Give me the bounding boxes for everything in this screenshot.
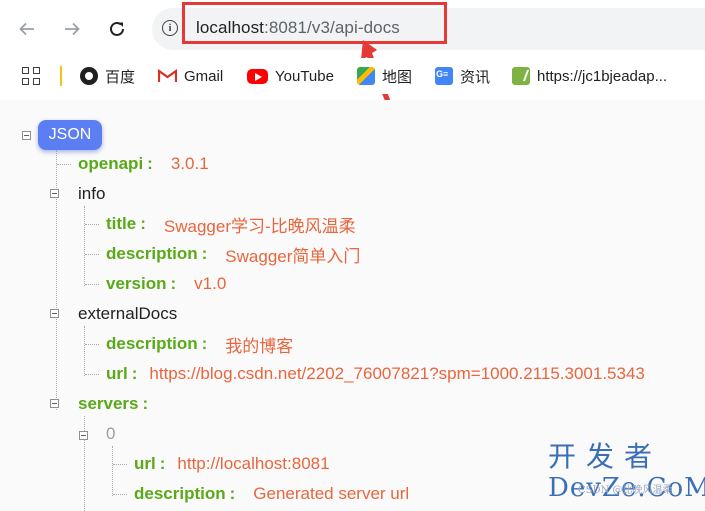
json-colon: : — [229, 484, 236, 503]
tree-connector — [85, 254, 99, 255]
tree-connector — [57, 164, 71, 165]
json-colon: : — [201, 244, 208, 263]
json-colon: : — [201, 334, 208, 353]
bookmark-label: 地图 — [382, 68, 413, 86]
devze-watermark: 开发者 DevZe.CoM CSDN @比晚风温柔 — [548, 440, 705, 505]
json-row-info-version: version: v1.0 — [106, 273, 226, 295]
tree-connector — [85, 374, 99, 375]
json-key: servers — [78, 394, 139, 413]
json-colon: : — [142, 394, 149, 413]
watermark-line1: 开发者 — [548, 440, 663, 473]
bookmark-youtube[interactable]: YouTube — [247, 65, 334, 87]
json-value[interactable]: http://localhost:8081 — [177, 454, 329, 474]
tree-connector — [113, 494, 127, 495]
json-colon: : — [159, 454, 166, 473]
json-row-servers-description: description: Generated server url — [134, 483, 409, 505]
json-row-externaldocs-url: url: https://blog.csdn.net/2202_76007821?… — [106, 363, 645, 385]
collapse-toggle-servers[interactable] — [50, 399, 59, 408]
bookmark-label: 百度 — [105, 68, 136, 86]
collapse-toggle-servers-0[interactable] — [79, 431, 88, 440]
json-row-info: info — [78, 183, 105, 205]
json-value: v1.0 — [194, 274, 227, 293]
json-key: version — [106, 274, 167, 293]
json-row-servers-url: url: http://localhost:8081 — [134, 453, 330, 475]
json-key: openapi — [78, 154, 144, 173]
url-highlight-box — [182, 2, 447, 44]
json-key: externalDocs — [78, 304, 178, 323]
json-row-servers: servers: — [78, 393, 154, 415]
bookmark-label: YouTube — [275, 67, 334, 85]
json-row-servers-0: 0 — [106, 423, 115, 445]
tree-connector — [85, 224, 99, 225]
maps-icon — [357, 67, 375, 85]
tree-connector — [85, 284, 99, 285]
tree-connector — [113, 464, 127, 465]
baidu-icon — [80, 67, 98, 85]
json-key: title — [106, 214, 137, 233]
json-colon: : — [140, 214, 146, 233]
back-arrow-icon — [19, 22, 34, 36]
browser-toolbar: i localhost:8081/v3/api-docs — [0, 0, 705, 58]
collapse-toggle-root[interactable] — [22, 131, 31, 140]
json-value: Swagger学习-比晚风温柔 — [163, 216, 356, 236]
json-value: 我的博客 — [225, 336, 294, 356]
reload-button[interactable] — [102, 14, 132, 44]
json-value: Swagger简单入门 — [225, 246, 361, 266]
bookmark-label: 资讯 — [460, 68, 491, 86]
bookmark-maps[interactable]: 地图 — [357, 65, 412, 87]
tree-guide — [84, 206, 85, 286]
json-root-badge[interactable]: JSON — [38, 120, 102, 150]
json-key: description — [106, 334, 198, 353]
bookmark-label: https://jc1bjeadap... — [537, 67, 668, 85]
gmail-icon — [158, 69, 177, 82]
json-row-info-title: title: Swagger学习-比晚风温柔 — [106, 213, 356, 236]
bookmark-label: Gmail — [184, 67, 224, 85]
bookmark-jc1[interactable]: https://jc1bjeadap... — [512, 65, 667, 87]
reload-icon — [110, 21, 124, 36]
bookmark-baidu[interactable]: 百度 — [80, 65, 135, 87]
json-key: url — [134, 454, 156, 473]
json-value: Generated server url — [253, 484, 410, 503]
json-colon: : — [131, 364, 138, 383]
collapse-toggle-info[interactable] — [50, 189, 59, 198]
json-colon: : — [147, 154, 153, 173]
json-key: description — [106, 244, 198, 263]
bookmark-site-icon — [512, 67, 530, 85]
json-value[interactable]: https://blog.csdn.net/2202_76007821?spm=… — [149, 364, 644, 384]
tree-guide — [112, 446, 113, 496]
news-icon — [435, 67, 453, 85]
json-index: 0 — [106, 424, 116, 443]
youtube-icon — [247, 68, 268, 84]
back-button[interactable] — [12, 14, 42, 44]
apps-grid-icon[interactable] — [22, 67, 40, 85]
watermark-small: CSDN @比晚风温柔 — [578, 485, 673, 496]
json-row-info-description: description: Swagger简单入门 — [106, 243, 361, 266]
collapse-toggle-externaldocs[interactable] — [50, 309, 59, 318]
bookmark-news[interactable]: 资讯 — [435, 65, 490, 87]
json-key: info — [78, 184, 106, 203]
tree-connector — [85, 344, 99, 345]
json-key: url — [106, 364, 128, 383]
json-row-externaldocs: externalDocs — [78, 303, 177, 325]
json-colon: : — [170, 274, 177, 293]
site-info-icon[interactable]: i — [162, 20, 178, 36]
forward-arrow-icon — [65, 22, 80, 36]
bookmarks-separator — [60, 66, 62, 86]
json-value: 3.0.1 — [170, 154, 209, 173]
json-row-openapi: openapi:3.0.1 — [78, 153, 209, 175]
tree-guide — [84, 326, 85, 376]
json-row-externaldocs-description: description: 我的博客 — [106, 333, 294, 356]
json-key: description — [134, 484, 226, 503]
bookmarks-bar: 百度 Gmail YouTube 地图 资讯 https://jc1bjeada… — [0, 58, 705, 94]
bookmark-gmail[interactable]: Gmail — [158, 65, 223, 87]
forward-button[interactable] — [57, 14, 87, 44]
